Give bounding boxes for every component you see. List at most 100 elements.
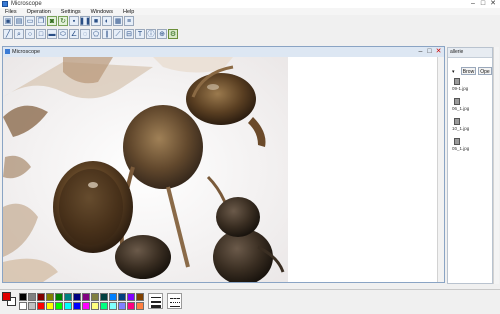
color-swatch[interactable] [64, 302, 72, 310]
parallel-lines-icon[interactable]: ∥ [102, 29, 112, 39]
file-thumbnail-icon[interactable] [454, 138, 460, 145]
stop-icon[interactable]: ■ [91, 16, 101, 26]
color-swatch[interactable] [55, 302, 63, 310]
tools-toolbar: ╱ ⌕ ○ □ ▬ ⬭ ∠ ◌ ⬠ ∥ ⟋ ⊟ Tⓘ ⊕ ⚙ [3, 28, 178, 40]
color-swatch[interactable] [136, 302, 144, 310]
angle-tool-icon[interactable]: ∠ [69, 29, 79, 39]
gallery-panel: allerie ▾ Brow Ope 09-1.jpg 06_1.jpg 10_… [447, 47, 493, 284]
line-width-medium[interactable] [151, 301, 161, 303]
color-swatch[interactable] [82, 302, 90, 310]
line-style-dashed[interactable] [170, 298, 180, 299]
document-vertical-scrollbar[interactable] [437, 57, 444, 282]
color-swatch[interactable] [82, 293, 90, 301]
color-swatch[interactable] [109, 293, 117, 301]
line-tool-icon[interactable]: ╱ [3, 29, 13, 39]
menu-settings[interactable]: Settings [56, 9, 86, 15]
measure-icon[interactable]: ◐ [102, 16, 112, 26]
color-swatch[interactable] [28, 293, 36, 301]
file-label[interactable]: 05_1.jpg [452, 146, 469, 151]
file-label[interactable]: 10_1.jpg [452, 126, 469, 131]
line-style-selector[interactable] [167, 293, 182, 309]
calibration-icon[interactable]: ≡ [124, 16, 134, 26]
line-width-thin[interactable] [151, 297, 161, 298]
color-swatch[interactable] [127, 302, 135, 310]
gallery-scrollbar[interactable] [493, 47, 499, 284]
menu-operation[interactable]: Operation [22, 9, 56, 15]
doc-minimize-icon[interactable]: – [416, 47, 425, 57]
grid-icon[interactable]: ▦ [113, 16, 123, 26]
select-tool-icon[interactable]: ⌕ [14, 29, 24, 39]
doc-close-icon[interactable]: ✕ [434, 47, 443, 57]
color-swatch[interactable] [118, 293, 126, 301]
refresh-icon[interactable]: ↻ [58, 16, 68, 26]
ellipse-tool-icon[interactable]: ⬭ [58, 29, 68, 39]
folder-dropdown-icon[interactable]: ▾ [452, 69, 455, 75]
color-swatch[interactable] [100, 293, 108, 301]
counter-tool-icon[interactable]: ⊕ [157, 29, 167, 39]
color-swatch[interactable] [19, 293, 27, 301]
three-point-circle-icon[interactable]: ◌ [80, 29, 90, 39]
color-swatch[interactable] [37, 302, 45, 310]
file-thumbnail-icon[interactable] [454, 78, 460, 85]
maximize-icon[interactable]: □ [478, 0, 488, 8]
color-palette-bar [0, 289, 500, 314]
color-swatch[interactable] [64, 293, 72, 301]
color-swatch[interactable] [91, 302, 99, 310]
color-swatch[interactable] [46, 293, 54, 301]
info-tool-icon[interactable]: ⓘ [146, 29, 156, 39]
current-colors[interactable] [2, 292, 16, 306]
color-swatch[interactable] [19, 302, 27, 310]
color-swatch[interactable] [73, 302, 81, 310]
polygon-tool-icon[interactable]: ⬠ [91, 29, 101, 39]
color-swatch[interactable] [46, 302, 54, 310]
foreground-color-swatch[interactable] [2, 292, 11, 301]
color-swatch[interactable] [118, 302, 126, 310]
circle-tool-icon[interactable]: ○ [25, 29, 35, 39]
save-icon[interactable]: ▪ [69, 16, 79, 26]
document-icon [5, 49, 10, 54]
color-swatch[interactable] [109, 302, 117, 310]
window-controls: – □ ✕ [468, 0, 498, 8]
image-icon[interactable]: ▤ [14, 16, 24, 26]
text-tool-icon[interactable]: T [135, 29, 145, 39]
minimize-icon[interactable]: – [468, 0, 478, 8]
line-width-selector[interactable] [148, 293, 163, 309]
line-width-thick[interactable] [151, 305, 161, 308]
pause-icon[interactable]: ❚❚ [79, 16, 91, 26]
color-swatch[interactable] [73, 293, 81, 301]
menu-files[interactable]: Files [0, 9, 22, 15]
color-swatch[interactable] [28, 302, 36, 310]
gallery-panel-header: allerie [448, 48, 492, 58]
settings-tool-icon[interactable]: ⚙ [168, 29, 178, 39]
doc-maximize-icon[interactable]: □ [425, 47, 434, 57]
document-controls: – □ ✕ [416, 47, 443, 57]
image-canvas[interactable] [3, 57, 444, 282]
open-folder-icon[interactable]: ▭ [25, 16, 35, 26]
color-swatch[interactable] [91, 293, 99, 301]
color-swatch[interactable] [127, 293, 135, 301]
line-style-solid[interactable] [170, 306, 180, 307]
color-swatch[interactable] [136, 293, 144, 301]
menu-help[interactable]: Help [118, 9, 139, 15]
filled-rectangle-tool-icon[interactable]: ▬ [47, 29, 57, 39]
file-thumbnail-icon[interactable] [454, 98, 460, 105]
file-label[interactable]: 06_1.jpg [452, 106, 469, 111]
ruler-icon[interactable]: ⊟ [124, 29, 134, 39]
rectangle-tool-icon[interactable]: □ [36, 29, 46, 39]
browse-button[interactable]: Brow [461, 67, 476, 75]
window-title: Microscope [11, 1, 42, 7]
color-swatch[interactable] [37, 293, 45, 301]
open-button[interactable]: Ope [478, 67, 492, 75]
color-swatch[interactable] [100, 302, 108, 310]
line-style-dotted[interactable] [170, 302, 180, 303]
diagonal-measure-icon[interactable]: ⟋ [113, 29, 123, 39]
camera-icon[interactable]: ◙ [47, 16, 57, 26]
color-swatch-grid [19, 293, 144, 310]
copy-icon[interactable]: ❐ [36, 16, 46, 26]
file-thumbnail-icon[interactable] [454, 118, 460, 125]
color-swatch[interactable] [55, 293, 63, 301]
capture-screen-icon[interactable]: ▣ [3, 16, 13, 26]
close-icon[interactable]: ✕ [488, 0, 498, 8]
menu-windows[interactable]: Windows [86, 9, 118, 15]
file-label[interactable]: 09-1.jpg [452, 86, 468, 91]
